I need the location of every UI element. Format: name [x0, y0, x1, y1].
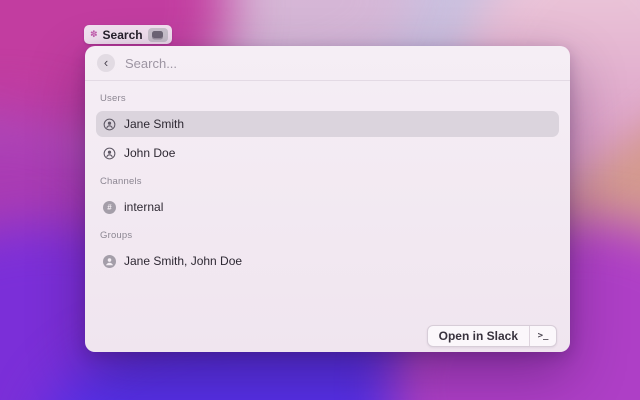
- hash-circle-icon: #: [103, 200, 116, 214]
- open-in-slack-label: Open in Slack: [438, 329, 518, 343]
- hotkey-key-icon: [152, 31, 164, 38]
- result-label: John Doe: [124, 146, 176, 160]
- search-bar: ‹: [85, 46, 570, 81]
- person-circle-icon: [103, 147, 116, 160]
- row-channel-internal[interactable]: # internal: [96, 194, 559, 220]
- menubar-pill-label: Search: [102, 27, 143, 42]
- results-list: Users Jane Smith John Doe Channels # int…: [85, 81, 570, 274]
- result-label: Jane Smith: [124, 117, 185, 131]
- section-label-channels: Channels: [100, 176, 142, 187]
- row-group-jane-smith-john-doe[interactable]: Jane Smith, John Doe: [96, 248, 559, 274]
- section-label-groups: Groups: [100, 230, 133, 241]
- back-button[interactable]: ‹: [97, 54, 115, 72]
- enter-key-badge: >_: [537, 331, 549, 341]
- search-input[interactable]: [125, 55, 558, 71]
- result-label: internal: [124, 200, 164, 214]
- people-circle-icon: [103, 254, 116, 268]
- open-in-slack-button[interactable]: Open in Slack >_: [426, 325, 557, 347]
- result-label: Jane Smith, John Doe: [124, 254, 243, 268]
- section-label-users: Users: [100, 93, 126, 104]
- search-panel: ‹ Users Jane Smith: [85, 46, 570, 352]
- app-logo-icon: ✽: [90, 29, 98, 39]
- row-user-john-doe[interactable]: John Doe: [96, 140, 559, 166]
- chevron-left-icon: ‹: [103, 54, 109, 70]
- menubar-search-pill[interactable]: ✽ Search: [84, 25, 172, 44]
- person-circle-icon: [103, 118, 116, 131]
- row-user-jane-smith[interactable]: Jane Smith: [96, 111, 559, 137]
- hotkey-badge: [147, 27, 168, 42]
